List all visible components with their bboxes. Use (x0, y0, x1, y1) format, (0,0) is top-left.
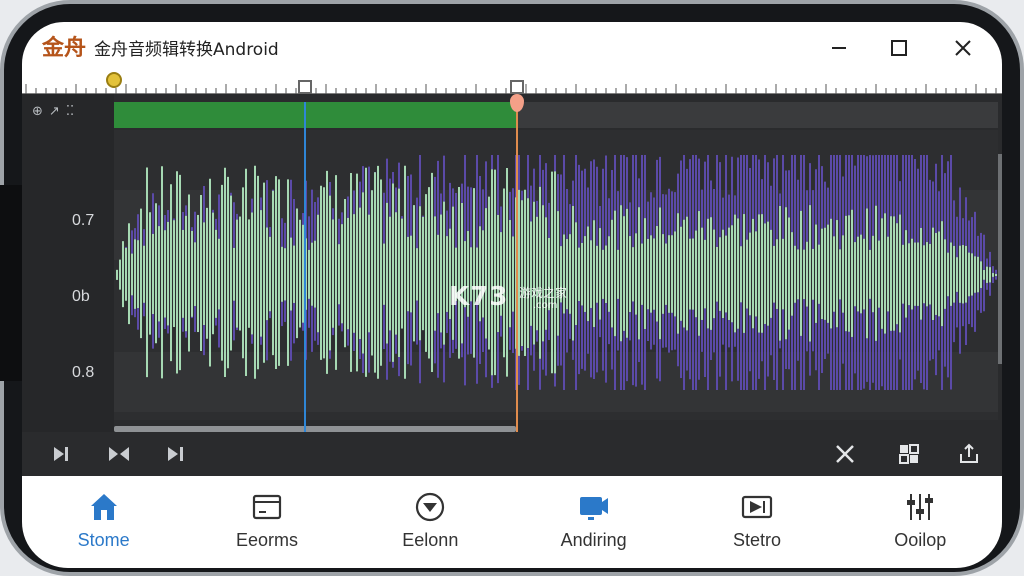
vertical-scrollbar[interactable] (998, 154, 1002, 364)
minimize-button[interactable] (821, 30, 857, 66)
waveform-editor[interactable]: ⊕ ↗ ⁚⁚ 0.7 0b 0.8 K73 游戏之家 .com (22, 72, 1002, 476)
waveform (114, 155, 998, 412)
maximize-button[interactable] (881, 30, 917, 66)
nav-label: Stetro (732, 530, 781, 550)
nav-label: Eelonn (402, 530, 459, 550)
maximize-icon (891, 40, 907, 56)
sliders-icon (907, 494, 934, 520)
amplitude-label-top: 0.7 (72, 212, 95, 229)
video-icon (579, 497, 608, 520)
skip-end-button[interactable] (44, 438, 78, 470)
nav-stetro[interactable]: Stetro (675, 476, 838, 568)
shuffle-icon (836, 445, 854, 463)
editor-left-panel: ⊕ ↗ ⁚⁚ 0.7 0b 0.8 (22, 94, 114, 476)
playhead-line[interactable] (298, 80, 312, 456)
selection-bar[interactable] (114, 102, 518, 128)
export-button[interactable] (952, 438, 986, 470)
filter-icon (741, 495, 773, 519)
watermark: K73 游戏之家 .com (449, 282, 567, 312)
close-button[interactable] (945, 30, 981, 66)
nav-label: Ooilop (894, 530, 947, 550)
waveform-canvas[interactable] (114, 130, 998, 420)
start-marker-handle[interactable] (106, 72, 122, 88)
home-icon (90, 494, 117, 520)
export-icon (960, 443, 978, 463)
nav-label: Andiring (560, 530, 627, 550)
trim-button[interactable] (102, 438, 136, 470)
skip-end-icon (54, 447, 68, 461)
trim-icon (109, 447, 129, 461)
marker-handle[interactable] (510, 80, 524, 94)
grid-icon (899, 444, 919, 464)
close-icon (955, 40, 971, 56)
track-bar[interactable] (518, 102, 998, 128)
skip-start-icon (168, 447, 183, 461)
bottom-navigation: Stome Eeorms Eelonn Andiring Stetro Ooil… (22, 476, 1002, 568)
grid-button[interactable] (892, 438, 926, 470)
skip-start-button[interactable] (160, 438, 194, 470)
watermark-site: 游戏之家 (519, 286, 568, 300)
nav-ooilop[interactable]: Ooilop (839, 476, 1002, 568)
app-logo: 金舟 (42, 35, 87, 61)
download-circle-icon (416, 492, 445, 522)
editor-tools[interactable]: ⊕ ↗ ⁚⁚ (32, 104, 74, 119)
window-icon (252, 494, 282, 520)
amplitude-label-bottom: 0.8 (72, 364, 95, 381)
expand-icon[interactable]: ↗ (49, 104, 60, 119)
amplitude-label-mid: 0b (72, 288, 90, 305)
app-title: 金舟音频辑转换Android (94, 40, 279, 60)
title-bar: 金舟 金舟音频辑转换Android (22, 22, 1002, 74)
transport-bar (22, 432, 1002, 476)
nav-label: Stome (77, 530, 130, 550)
nav-eelonn[interactable]: Eelonn (349, 476, 512, 568)
nav-andiring[interactable]: Andiring (512, 476, 675, 568)
app-screen: 金舟 金舟音频辑转换Android ⊕ ↗ ⁚⁚ 0.7 0b 0.8 K73 … (22, 22, 1002, 568)
fit-icon[interactable]: ⁚⁚ (66, 104, 74, 119)
globe-icon[interactable]: ⊕ (32, 104, 43, 119)
watermark-brand: K73 (449, 282, 509, 312)
playhead-handle[interactable] (298, 80, 312, 94)
nav-eeorms[interactable]: Eeorms (185, 476, 348, 568)
minimize-icon (832, 47, 846, 49)
marker-line[interactable] (510, 80, 524, 456)
shuffle-button[interactable] (828, 438, 862, 470)
nav-stome[interactable]: Stome (22, 476, 185, 568)
watermark-domain: .com (533, 300, 558, 311)
nav-label: Eeorms (235, 530, 298, 550)
